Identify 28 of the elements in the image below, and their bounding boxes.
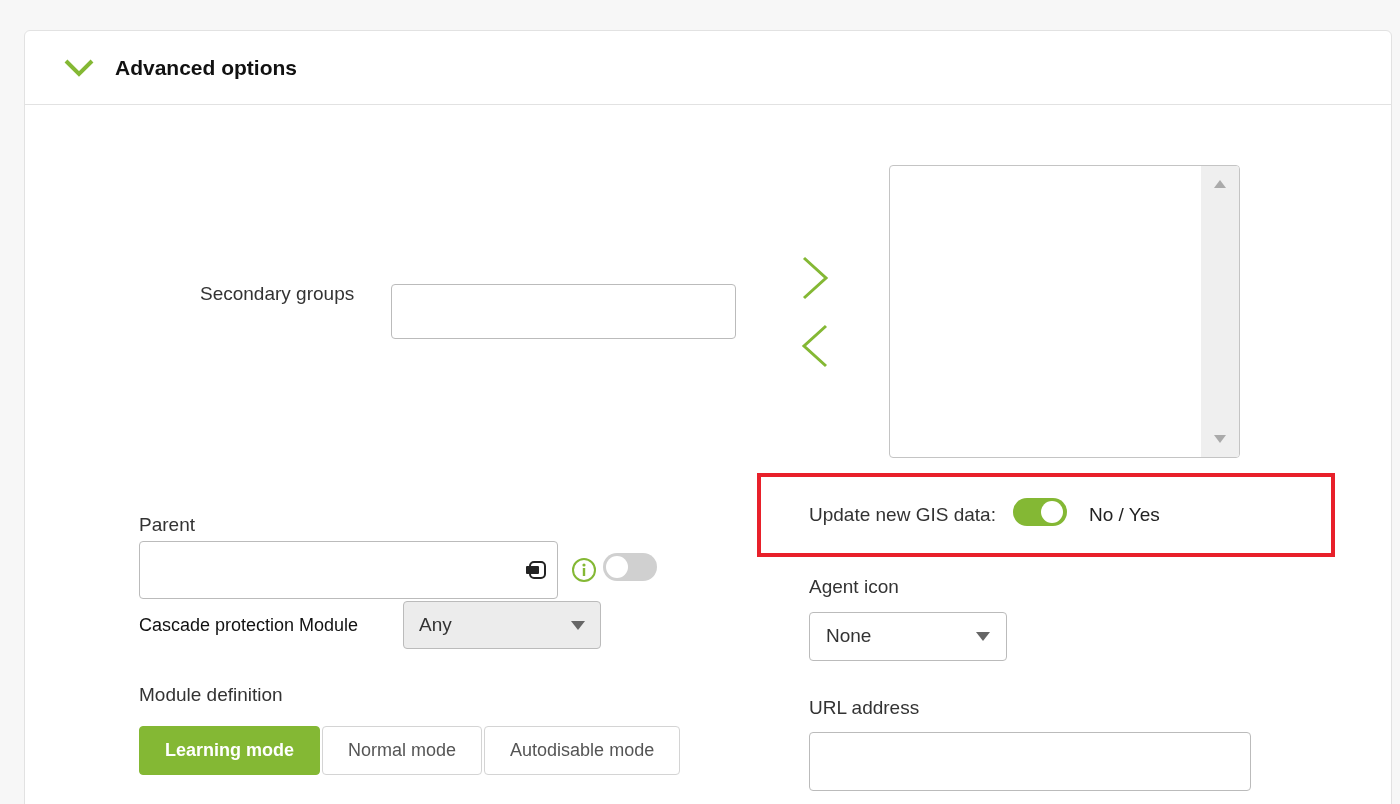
caret-icon [976, 631, 990, 641]
info-icon[interactable] [571, 557, 597, 583]
field-label: Module definition [139, 683, 284, 707]
scrollbar[interactable] [1201, 166, 1239, 457]
field-label: Cascade protection Module [139, 613, 360, 637]
parent-field[interactable] [139, 541, 558, 599]
caret-icon [571, 620, 585, 630]
mode-button[interactable]: Normal mode [322, 725, 483, 775]
field-label: Secondary groups [200, 281, 356, 306]
field-label: URL address [809, 695, 921, 720]
field-label: Parent [139, 513, 196, 537]
section-title: Advanced options [115, 54, 298, 81]
section-header[interactable]: Advanced options [25, 31, 1391, 105]
url-field[interactable] [809, 732, 1251, 791]
clear-icon[interactable] [525, 561, 547, 579]
scroll-up-icon[interactable] [1214, 180, 1226, 188]
agent-icon-select[interactable]: None [809, 611, 1007, 661]
field-label: Agent icon [809, 575, 900, 599]
toggle-switch[interactable] [603, 552, 657, 581]
scroll-down-icon[interactable] [1214, 435, 1226, 443]
toggle-switch[interactable] [1012, 497, 1067, 526]
group-search-field[interactable] [391, 284, 736, 339]
selected-groups-list[interactable] [889, 165, 1240, 458]
field-label: Update new GIS data: [809, 502, 996, 527]
chevron-icon [63, 57, 95, 78]
cascade-select[interactable]: Any [403, 601, 601, 649]
mode-button[interactable]: Autodisable mode [484, 725, 681, 775]
toggle-caption: No / Yes [1088, 502, 1160, 527]
